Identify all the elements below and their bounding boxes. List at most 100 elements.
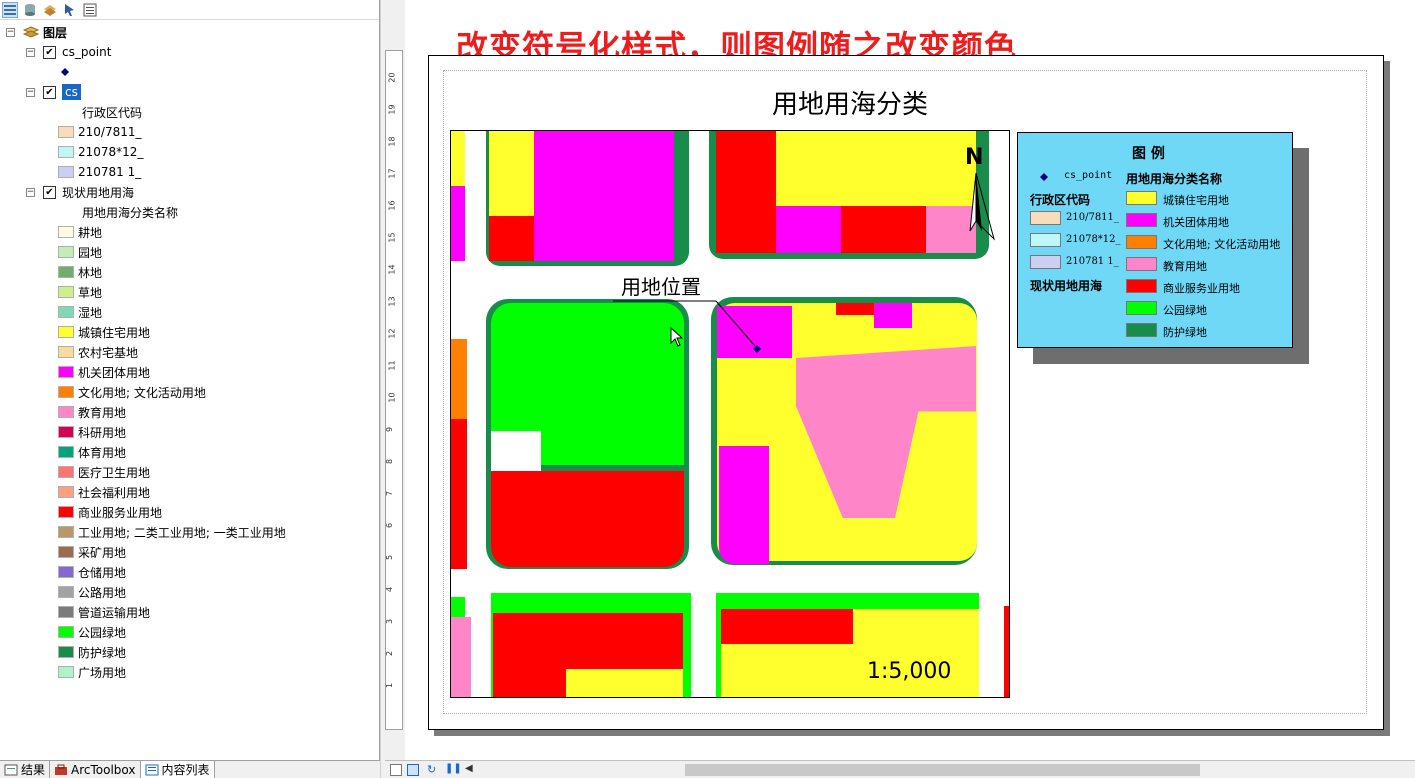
layout-view-button[interactable] bbox=[407, 764, 419, 776]
toc-class-item[interactable]: 林地 bbox=[58, 262, 102, 282]
class-swatch[interactable] bbox=[58, 166, 74, 178]
class-swatch[interactable] bbox=[58, 126, 74, 138]
collapse-icon[interactable]: − bbox=[6, 27, 15, 37]
class-swatch[interactable] bbox=[58, 366, 74, 378]
ruler-tick-label: 4 bbox=[385, 586, 395, 593]
toc-class-item[interactable]: 广场用地 bbox=[58, 662, 126, 682]
toc-class-item[interactable]: 210/7811_ bbox=[58, 122, 142, 142]
list-by-drawing-order-icon[interactable] bbox=[2, 1, 18, 18]
class-swatch[interactable] bbox=[58, 266, 74, 278]
collapse-icon[interactable]: − bbox=[26, 87, 35, 97]
callout-leader bbox=[613, 300, 761, 353]
class-swatch[interactable] bbox=[58, 626, 74, 638]
map-frame[interactable]: 用地位置 N 1:5,000 bbox=[450, 130, 1010, 698]
list-by-source-icon[interactable] bbox=[22, 2, 38, 18]
class-swatch[interactable] bbox=[58, 326, 74, 338]
class-swatch[interactable] bbox=[58, 346, 74, 358]
class-swatch[interactable] bbox=[58, 306, 74, 318]
legend-swatch bbox=[1126, 323, 1157, 337]
class-swatch[interactable] bbox=[58, 466, 74, 478]
class-label: 科研用地 bbox=[78, 425, 127, 440]
class-swatch[interactable] bbox=[58, 506, 74, 518]
class-label: 医疗卫生用地 bbox=[78, 465, 151, 480]
list-by-selection-icon[interactable] bbox=[62, 2, 78, 18]
pause-icon[interactable]: ❚❚ bbox=[445, 763, 462, 774]
class-label: 园地 bbox=[78, 245, 103, 260]
refresh-icon[interactable]: ↻ bbox=[427, 763, 436, 776]
class-swatch[interactable] bbox=[58, 446, 74, 458]
toc-class-item[interactable]: 仓储用地 bbox=[58, 562, 126, 582]
layer-visibility-checkbox[interactable]: ✔ bbox=[43, 45, 56, 59]
toc-class-item[interactable]: 科研用地 bbox=[58, 422, 126, 442]
ruler-tick-label: 6 bbox=[385, 522, 395, 529]
toc-class-item[interactable]: 商业服务业用地 bbox=[58, 502, 162, 522]
toc-class-item[interactable]: 管道运输用地 bbox=[58, 602, 150, 622]
toc-class-item[interactable]: 防护绿地 bbox=[58, 642, 126, 662]
toc-class-item[interactable]: 采矿用地 bbox=[58, 542, 126, 562]
class-swatch[interactable] bbox=[58, 426, 74, 438]
horizontal-scrollbar[interactable]: ↻ ❚❚ ◀ bbox=[385, 760, 1415, 778]
class-swatch[interactable] bbox=[58, 146, 74, 158]
collapse-icon[interactable]: − bbox=[26, 47, 35, 57]
ruler-tick-label: 19 bbox=[387, 104, 397, 115]
tab-table-of-contents[interactable]: 内容列表 bbox=[140, 761, 215, 778]
class-swatch[interactable] bbox=[58, 566, 74, 578]
toc-root-layers[interactable]: − 图层 bbox=[6, 22, 67, 42]
toc-class-item[interactable]: 文化用地; 文化活动用地 bbox=[58, 382, 206, 402]
toc-class-item[interactable]: 草地 bbox=[58, 282, 102, 302]
tab-arctoolbox[interactable]: ArcToolbox bbox=[50, 761, 141, 778]
toc-class-item[interactable]: 机关团体用地 bbox=[58, 362, 150, 382]
class-swatch[interactable] bbox=[58, 546, 74, 558]
class-label: 防护绿地 bbox=[78, 645, 127, 660]
toolbox-icon bbox=[55, 764, 68, 775]
class-label: 教育用地 bbox=[78, 405, 127, 420]
toc-class-item[interactable]: 公路用地 bbox=[58, 582, 126, 602]
ruler-tick-label: 7 bbox=[385, 490, 395, 497]
point-symbol[interactable] bbox=[60, 62, 70, 82]
list-by-visibility-icon[interactable] bbox=[42, 2, 58, 18]
class-swatch[interactable] bbox=[58, 646, 74, 658]
toc-class-item[interactable]: 农村宅基地 bbox=[58, 342, 138, 362]
class-swatch[interactable] bbox=[58, 226, 74, 238]
toc-class-item[interactable]: 21078*12_ bbox=[58, 142, 143, 162]
class-swatch[interactable] bbox=[58, 486, 74, 498]
toc-class-item[interactable]: 医疗卫生用地 bbox=[58, 462, 150, 482]
class-swatch[interactable] bbox=[58, 386, 74, 398]
toc-class-item[interactable]: 体育用地 bbox=[58, 442, 126, 462]
scroll-left-icon[interactable]: ◀ bbox=[465, 763, 473, 774]
toc-class-item[interactable]: 公园绿地 bbox=[58, 622, 126, 642]
legend-item-label: 城镇住宅用地 bbox=[1163, 194, 1229, 207]
class-swatch[interactable] bbox=[58, 246, 74, 258]
toc-class-item[interactable]: 耕地 bbox=[58, 222, 102, 242]
toc-layer-cs[interactable]: − ✔ cs bbox=[26, 82, 81, 102]
data-view-button[interactable] bbox=[390, 764, 402, 776]
legend-item-label: 公园绿地 bbox=[1163, 304, 1207, 317]
class-swatch[interactable] bbox=[58, 286, 74, 298]
toc-field-heading: 用地用海分类名称 bbox=[82, 205, 179, 220]
toc-class-item[interactable]: 湿地 bbox=[58, 302, 102, 322]
toc-root-label: 图层 bbox=[43, 25, 68, 40]
toc-class-item[interactable]: 园地 bbox=[58, 242, 102, 262]
toc-class-item[interactable]: 社会福利用地 bbox=[58, 482, 150, 502]
layer-visibility-checkbox[interactable]: ✔ bbox=[43, 85, 56, 99]
class-swatch[interactable] bbox=[58, 606, 74, 618]
layer-visibility-checkbox[interactable]: ✔ bbox=[43, 185, 56, 199]
toc-class-item[interactable]: 工业用地; 二类工业用地; 一类工业用地 bbox=[58, 522, 286, 542]
class-swatch[interactable] bbox=[58, 666, 74, 678]
tab-results[interactable]: 结果 bbox=[0, 761, 51, 778]
scale-text: 1:5,000 bbox=[867, 659, 952, 684]
legend[interactable]: 图 例 cs_point 用地用海分类名称 行政区代码 现状用地用海 210/7… bbox=[1017, 132, 1293, 348]
legend-swatch bbox=[1126, 257, 1157, 271]
toc-layer-landuse[interactable]: − ✔ 现状用地用海 bbox=[26, 182, 134, 202]
class-swatch[interactable] bbox=[58, 526, 74, 538]
collapse-icon[interactable]: − bbox=[26, 187, 35, 197]
toc-class-item[interactable]: 城镇住宅用地 bbox=[58, 322, 150, 342]
toc-class-item[interactable]: 210781 1_ bbox=[58, 162, 141, 182]
scrollbar-thumb[interactable] bbox=[685, 764, 1200, 776]
toc-class-item[interactable]: 教育用地 bbox=[58, 402, 126, 422]
class-swatch[interactable] bbox=[58, 586, 74, 598]
class-swatch[interactable] bbox=[58, 406, 74, 418]
class-label: 公园绿地 bbox=[78, 625, 127, 640]
toc-layer-cs-point[interactable]: − ✔ cs_point bbox=[26, 42, 111, 62]
options-icon[interactable] bbox=[82, 2, 98, 18]
